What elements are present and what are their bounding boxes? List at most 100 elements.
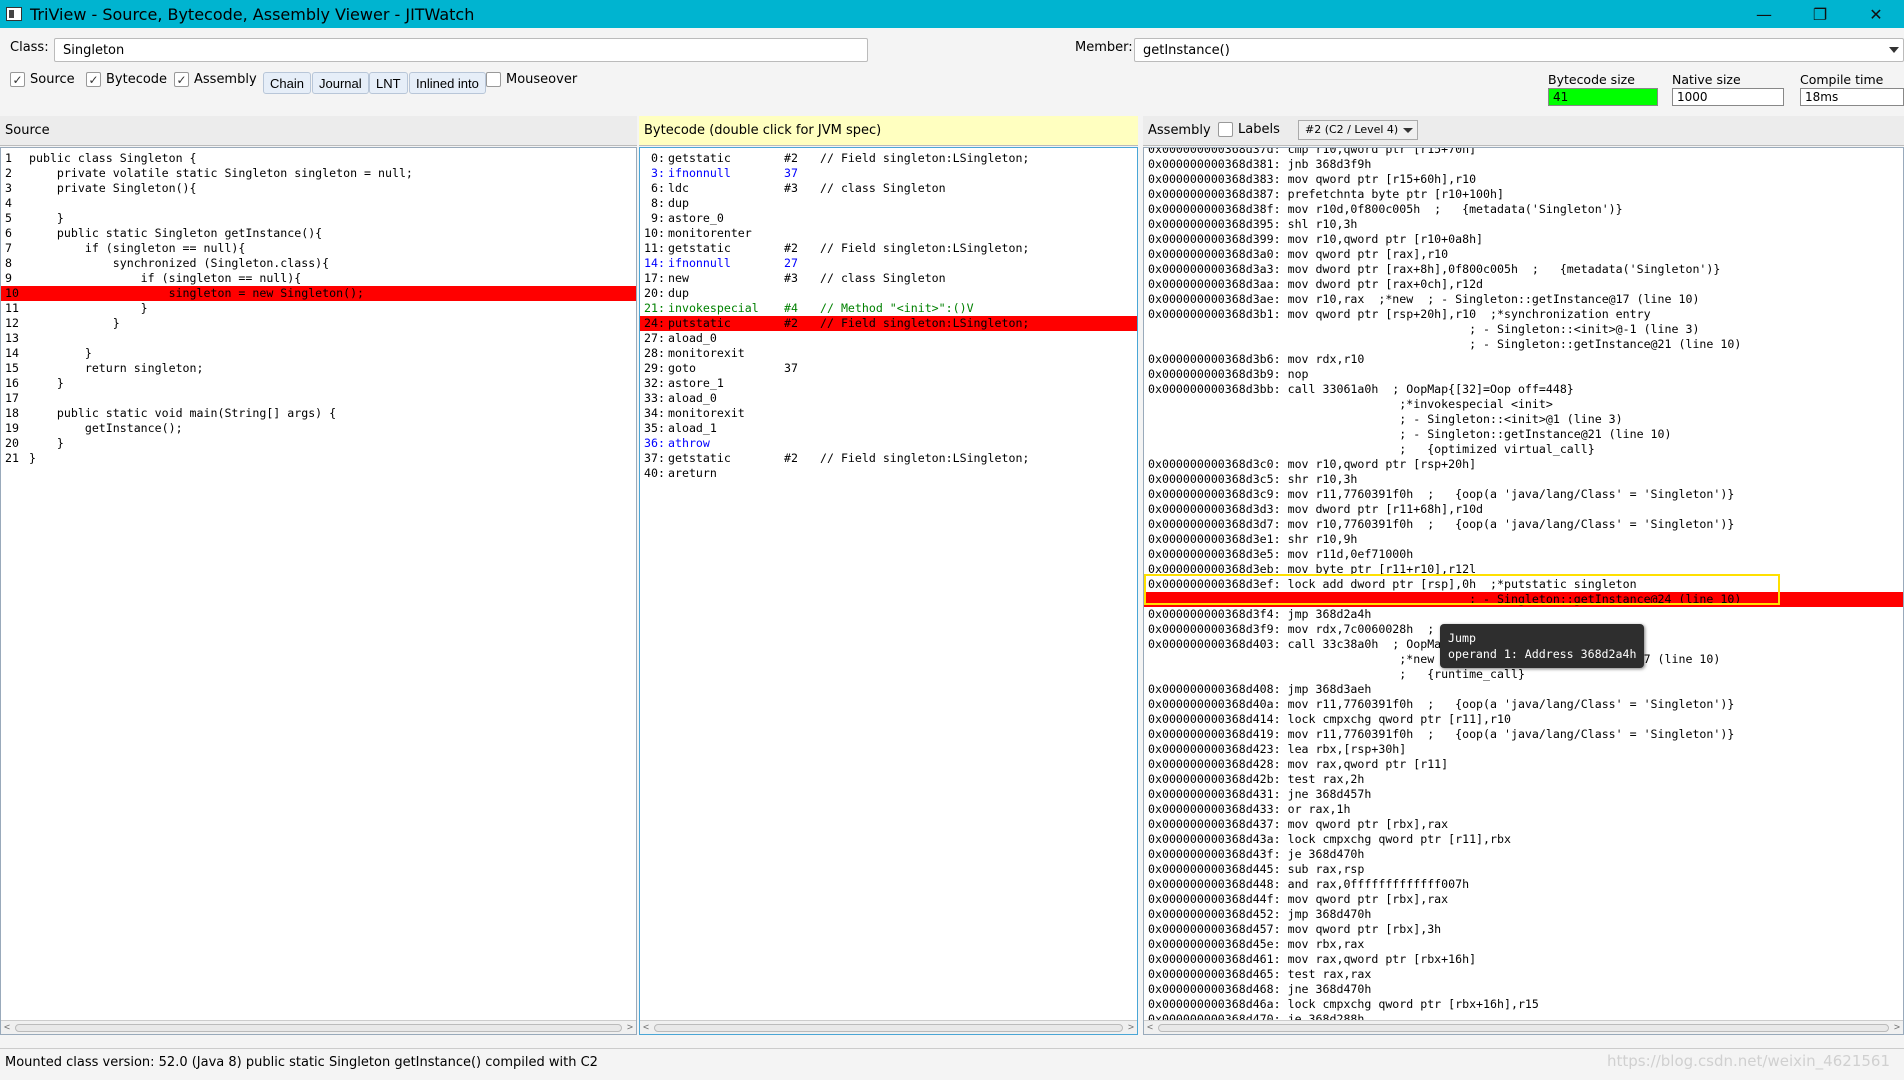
assembly-line[interactable]: 0x000000000368d461: mov rax,qword ptr [r… bbox=[1144, 952, 1903, 967]
assembly-line[interactable]: 0x000000000368d3b9: nop bbox=[1144, 367, 1903, 382]
assembly-line[interactable]: 0x000000000368d468: jne 368d470h bbox=[1144, 982, 1903, 997]
source-hscrollbar[interactable]: < > bbox=[1, 1020, 636, 1034]
bytecode-row[interactable]: 14: ifnonnull 27 bbox=[640, 256, 1137, 271]
assembly-line[interactable]: 0x000000000368d381: jnb 368d3f9h bbox=[1144, 157, 1903, 172]
assembly-line[interactable]: 0x000000000368d3e1: shr r10,9h bbox=[1144, 532, 1903, 547]
maximize-button[interactable]: ❐ bbox=[1792, 0, 1848, 28]
assembly-line[interactable]: 0x000000000368d40a: mov r11,7760391f0h ;… bbox=[1144, 697, 1903, 712]
assembly-line[interactable]: 0x000000000368d3c5: shr r10,3h bbox=[1144, 472, 1903, 487]
assembly-line[interactable]: ;*invokespecial <init> bbox=[1144, 397, 1903, 412]
assembly-line[interactable]: 0x000000000368d3d3: mov dword ptr [r11+6… bbox=[1144, 502, 1903, 517]
assembly-line[interactable]: 0x000000000368d45e: mov rbx,rax bbox=[1144, 937, 1903, 952]
bytecode-row[interactable]: 20: dup bbox=[640, 286, 1137, 301]
inlined-into-button[interactable]: Inlined into bbox=[409, 72, 486, 94]
source-line[interactable]: 8 synchronized (Singleton.class){ bbox=[1, 256, 636, 271]
assembly-line[interactable]: ; - Singleton::getInstance@21 (line 10) bbox=[1144, 427, 1903, 442]
assembly-line[interactable]: 0x000000000368d3c0: mov r10,qword ptr [r… bbox=[1144, 457, 1903, 472]
assembly-line[interactable]: 0x000000000368d414: lock cmpxchg qword p… bbox=[1144, 712, 1903, 727]
assembly-line[interactable]: 0x000000000368d448: and rax,0fffffffffff… bbox=[1144, 877, 1903, 892]
bytecode-row[interactable]: 36: athrow bbox=[640, 436, 1137, 451]
assembly-line[interactable]: 0x000000000368d3ae: mov r10,rax ;*new ; … bbox=[1144, 292, 1903, 307]
class-field[interactable]: Singleton bbox=[54, 38, 868, 62]
assembly-line[interactable]: 0x000000000368d452: jmp 368d470h bbox=[1144, 907, 1903, 922]
assembly-line[interactable]: ; {runtime_call} bbox=[1144, 667, 1903, 682]
source-line[interactable]: 13 bbox=[1, 331, 636, 346]
bytecode-row[interactable]: 3: ifnonnull 37 bbox=[640, 166, 1137, 181]
source-line[interactable]: 11 } bbox=[1, 301, 636, 316]
assembly-line[interactable]: 0x000000000368d395: shl r10,3h bbox=[1144, 217, 1903, 232]
bytecode-row[interactable]: 28: monitorexit bbox=[640, 346, 1137, 361]
assembly-line[interactable]: 0x000000000368d3b6: mov rdx,r10 bbox=[1144, 352, 1903, 367]
assembly-line[interactable]: 0x000000000368d423: lea rbx,[rsp+30h] bbox=[1144, 742, 1903, 757]
source-line[interactable]: 6 public static Singleton getInstance(){ bbox=[1, 226, 636, 241]
source-line[interactable]: 16 } bbox=[1, 376, 636, 391]
bytecode-row[interactable]: 8: dup bbox=[640, 196, 1137, 211]
bytecode-checkbox[interactable]: ✓ Bytecode bbox=[86, 72, 167, 87]
assembly-line[interactable]: 0x000000000368d3e5: mov r11d,0ef71000h bbox=[1144, 547, 1903, 562]
bytecode-row[interactable]: 0: getstatic #2 // Field singleton:LSingle… bbox=[640, 151, 1137, 166]
assembly-line[interactable]: 0x000000000368d3f4: jmp 368d2a4h bbox=[1144, 607, 1903, 622]
bytecode-row[interactable]: 37: getstatic #2 // Field singleton:LSingl… bbox=[640, 451, 1137, 466]
assembly-line[interactable]: 0x000000000368d428: mov rax,qword ptr [r… bbox=[1144, 757, 1903, 772]
source-line[interactable]: 2 private volatile static Singleton sing… bbox=[1, 166, 636, 181]
bytecode-row[interactable]: 9: astore_0 bbox=[640, 211, 1137, 226]
assembly-line[interactable]: 0x000000000368d433: or rax,1h bbox=[1144, 802, 1903, 817]
lnt-button[interactable]: LNT bbox=[369, 72, 408, 94]
assembly-line[interactable]: 0x000000000368d3c9: mov r11,7760391f0h ;… bbox=[1144, 487, 1903, 502]
assembly-line[interactable]: 0x000000000368d3bb: call 33061a0h ; OopM… bbox=[1144, 382, 1903, 397]
assembly-line[interactable]: 0x000000000368d399: mov r10,qword ptr [r… bbox=[1144, 232, 1903, 247]
assembly-line[interactable]: 0x000000000368d3aa: mov dword ptr [rax+0… bbox=[1144, 277, 1903, 292]
source-line[interactable]: 15 return singleton; bbox=[1, 361, 636, 376]
bytecode-row[interactable]: 33: aload_0 bbox=[640, 391, 1137, 406]
member-combo[interactable]: getInstance() bbox=[1134, 38, 1904, 62]
assembly-line[interactable]: 0x000000000368d43a: lock cmpxchg qword p… bbox=[1144, 832, 1903, 847]
assembly-line[interactable]: 0x000000000368d445: sub rax,rsp bbox=[1144, 862, 1903, 877]
bytecode-row[interactable]: 29: goto 37 bbox=[640, 361, 1137, 376]
assembly-line[interactable]: ; - Singleton::<init>@-1 (line 3) bbox=[1144, 322, 1903, 337]
source-checkbox[interactable]: ✓ Source bbox=[10, 72, 75, 87]
assembly-line[interactable]: 0x000000000368d3b1: mov qword ptr [rsp+2… bbox=[1144, 307, 1903, 322]
source-line[interactable]: 14 } bbox=[1, 346, 636, 361]
bytecode-row[interactable]: 32: astore_1 bbox=[640, 376, 1137, 391]
assembly-line[interactable]: ; - Singleton::<init>@1 (line 3) bbox=[1144, 412, 1903, 427]
source-line[interactable]: 3 private Singleton(){ bbox=[1, 181, 636, 196]
assembly-line[interactable]: 0x000000000368d37d: cmp r10,qword ptr [r… bbox=[1144, 148, 1903, 157]
assembly-line[interactable]: 0x000000000368d465: test rax,rax bbox=[1144, 967, 1903, 982]
assembly-line[interactable]: ; - Singleton::getInstance@21 (line 10) bbox=[1144, 337, 1903, 352]
assembly-line[interactable]: 0x000000000368d419: mov r11,7760391f0h ;… bbox=[1144, 727, 1903, 742]
assembly-line[interactable]: 0x000000000368d387: prefetchnta byte ptr… bbox=[1144, 187, 1903, 202]
assembly-line[interactable]: 0x000000000368d431: jne 368d457h bbox=[1144, 787, 1903, 802]
source-pane[interactable]: 1 public class Singleton {2 private volat… bbox=[0, 147, 637, 1035]
assembly-line[interactable]: 0x000000000368d437: mov qword ptr [rbx],… bbox=[1144, 817, 1903, 832]
source-line[interactable]: 5 } bbox=[1, 211, 636, 226]
bytecode-row[interactable]: 24: putstatic #2 // Field singleton:LSingl… bbox=[640, 316, 1137, 331]
assembly-line[interactable]: ; {optimized virtual_call} bbox=[1144, 442, 1903, 457]
assembly-line[interactable]: 0x000000000368d3a0: mov qword ptr [rax],… bbox=[1144, 247, 1903, 262]
assembly-line[interactable]: 0x000000000368d3a3: mov dword ptr [rax+8… bbox=[1144, 262, 1903, 277]
source-line[interactable]: 1 public class Singleton { bbox=[1, 151, 636, 166]
journal-button[interactable]: Journal bbox=[312, 72, 369, 94]
assembly-line[interactable]: 0x000000000368d457: mov qword ptr [rbx],… bbox=[1144, 922, 1903, 937]
bytecode-row[interactable]: 21: invokespecial #4 // Method "<init>":()… bbox=[640, 301, 1137, 316]
source-line[interactable]: 20 } bbox=[1, 436, 636, 451]
assembly-line[interactable]: 0x000000000368d38f: mov r10d,0f800c005h … bbox=[1144, 202, 1903, 217]
source-line[interactable]: 17 bbox=[1, 391, 636, 406]
assembly-line[interactable]: 0x000000000368d44f: mov qword ptr [rbx],… bbox=[1144, 892, 1903, 907]
source-line[interactable]: 12 } bbox=[1, 316, 636, 331]
close-button[interactable]: ✕ bbox=[1848, 0, 1904, 28]
mouseover-checkbox[interactable]: Mouseover bbox=[486, 72, 577, 87]
assembly-line[interactable]: 0x000000000368d42b: test rax,2h bbox=[1144, 772, 1903, 787]
bytecode-row[interactable]: 10: monitorenter bbox=[640, 226, 1137, 241]
source-line[interactable]: 9 if (singleton == null){ bbox=[1, 271, 636, 286]
source-line[interactable]: 18 public static void main(String[] args… bbox=[1, 406, 636, 421]
source-line[interactable]: 19 getInstance(); bbox=[1, 421, 636, 436]
bytecode-row[interactable]: 34: monitorexit bbox=[640, 406, 1137, 421]
source-line[interactable]: 4 bbox=[1, 196, 636, 211]
bytecode-row[interactable]: 17: new #3 // class Singleton bbox=[640, 271, 1137, 286]
assembly-line[interactable]: 0x000000000368d408: jmp 368d3aeh bbox=[1144, 682, 1903, 697]
bytecode-pane[interactable]: 0: getstatic #2 // Field singleton:LSingle… bbox=[639, 147, 1138, 1035]
bytecode-row[interactable]: 40: areturn bbox=[640, 466, 1137, 481]
source-line[interactable]: 21} bbox=[1, 451, 636, 466]
assembly-line[interactable]: 0x000000000368d43f: je 368d470h bbox=[1144, 847, 1903, 862]
bytecode-row[interactable]: 11: getstatic #2 // Field singleton:LSingl… bbox=[640, 241, 1137, 256]
